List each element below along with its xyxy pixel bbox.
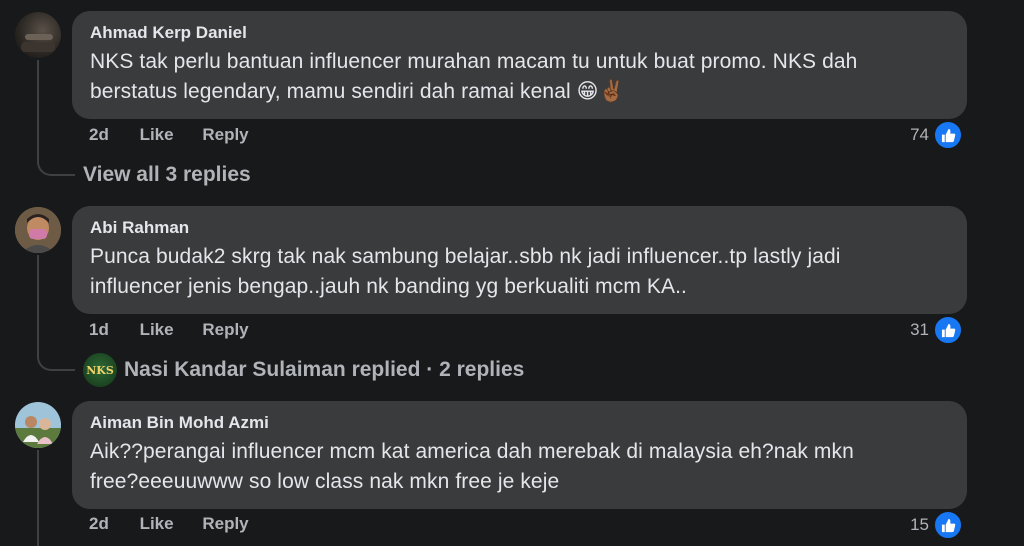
avatar-photo-icon xyxy=(15,207,61,253)
comment-timestamp[interactable]: 2d xyxy=(89,125,109,144)
view-replies-link[interactable]: Nasi Kandar Sulaiman replied · 2 replies xyxy=(124,358,524,382)
comment-author[interactable]: Aiman Bin Mohd Azmi xyxy=(90,412,949,434)
reaction-count-value: 31 xyxy=(910,320,929,339)
comment-text: Punca budak2 skrg tak nak sambung belaja… xyxy=(90,245,841,298)
thumbs-up-icon xyxy=(933,315,963,345)
comment-actions: 2d Like Reply xyxy=(89,514,273,534)
avatar[interactable] xyxy=(15,207,61,253)
page-logo-avatar[interactable]: NKS xyxy=(83,353,117,387)
reaction-count[interactable]: 31 xyxy=(910,315,963,345)
reply-button[interactable]: Reply xyxy=(202,320,248,339)
reply-button[interactable]: Reply xyxy=(202,514,248,533)
view-replies-link[interactable]: View all 3 replies xyxy=(83,163,251,187)
reply-button[interactable]: Reply xyxy=(202,125,248,144)
avatar-photo-icon xyxy=(15,402,61,448)
comment-bubble: Abi Rahman Punca budak2 skrg tak nak sam… xyxy=(72,206,967,314)
like-button[interactable]: Like xyxy=(140,320,174,339)
thumbs-up-icon xyxy=(933,510,963,540)
comment-actions: 2d Like Reply xyxy=(89,125,273,145)
comment-bubble: Aiman Bin Mohd Azmi Aik??perangai influe… xyxy=(72,401,967,509)
thumbs-up-icon xyxy=(933,120,963,150)
comment-author[interactable]: Abi Rahman xyxy=(90,217,949,239)
comment-timestamp[interactable]: 1d xyxy=(89,320,109,339)
reaction-count[interactable]: 15 xyxy=(910,510,963,540)
like-button[interactable]: Like xyxy=(140,514,174,533)
comment-timestamp[interactable]: 2d xyxy=(89,514,109,533)
reaction-count[interactable]: 74 xyxy=(910,120,963,150)
comment-actions: 1d Like Reply xyxy=(89,320,273,340)
like-button[interactable]: Like xyxy=(140,125,174,144)
avatar[interactable] xyxy=(15,402,61,448)
thread-line xyxy=(37,450,39,546)
reaction-count-value: 74 xyxy=(910,125,929,144)
avatar[interactable] xyxy=(15,12,61,58)
reaction-count-value: 15 xyxy=(910,515,929,534)
avatar-photo-icon xyxy=(21,34,55,52)
comment-text: NKS tak perlu bantuan influencer murahan… xyxy=(90,50,858,103)
comment-bubble: Ahmad Kerp Daniel NKS tak perlu bantuan … xyxy=(72,11,967,119)
thread-line xyxy=(37,255,75,371)
comment-text: Aik??perangai influencer mcm kat america… xyxy=(90,440,854,493)
comment-author[interactable]: Ahmad Kerp Daniel xyxy=(90,22,949,44)
thread-line xyxy=(37,60,75,176)
